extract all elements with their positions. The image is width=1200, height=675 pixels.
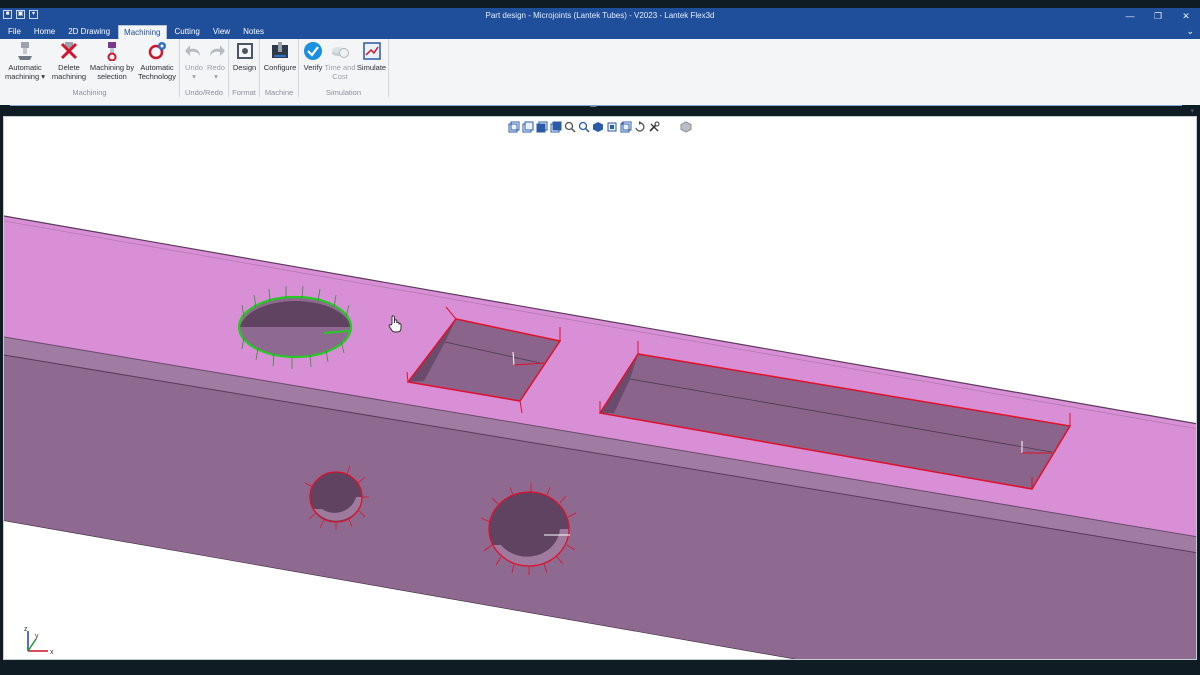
restore-button[interactable]: ❐ — [1144, 8, 1172, 25]
view-tools-icon[interactable] — [648, 121, 660, 133]
view-front-icon[interactable] — [508, 121, 520, 133]
shaded-view-icon[interactable] — [592, 121, 604, 133]
delete-machining-label-1: Delete — [58, 63, 80, 72]
tab-2d-drawing[interactable]: 2D Drawing — [63, 25, 115, 39]
title-bar: ■ ▣ ▾ Part design - Microjoints (Lantek … — [0, 8, 1200, 25]
tab-cutting[interactable]: Cutting — [170, 25, 205, 39]
design-label: Design — [232, 63, 257, 72]
window-title: Part design - Microjoints (Lantek Tubes)… — [485, 11, 715, 20]
delete-machining-label-2: machining — [51, 72, 87, 81]
tab-home[interactable]: Home — [29, 25, 60, 39]
axis-z-label: z — [24, 626, 28, 633]
view-toolbar — [508, 121, 692, 133]
automatic-machining-label-1: Automatic — [8, 63, 42, 72]
tube-3d-model[interactable] — [4, 117, 1197, 660]
group-label-simulation: Simulation — [325, 88, 362, 97]
view-left-icon[interactable] — [536, 121, 548, 133]
hand-cursor-icon — [388, 315, 402, 333]
group-label-machine: Machine — [264, 88, 294, 97]
toolbar-spacer — [662, 121, 678, 133]
time-and-cost-button[interactable]: Time and Cost — [323, 41, 357, 81]
automatic-technology-icon — [148, 42, 166, 60]
undo-button[interactable]: Undo ▾ — [183, 41, 205, 81]
group-machining: Automatic machining ▾ Delete machining M… — [0, 39, 180, 97]
design-button[interactable]: Design — [231, 41, 258, 72]
delete-machining-icon — [60, 42, 78, 60]
group-undo-redo: Undo ▾ Redo ▾ Undo/Redo — [180, 39, 229, 97]
configure-label: Configure — [263, 63, 297, 72]
simulate-button[interactable]: Simulate — [356, 41, 387, 72]
verify-check-icon — [304, 42, 322, 60]
automatic-technology-label-1: Automatic — [140, 63, 174, 72]
undo-dropdown-icon[interactable]: ▾ — [183, 72, 205, 81]
configure-icon — [272, 42, 288, 58]
ribbon-options-icon[interactable]: ▾ — [1190, 107, 1194, 115]
time-and-cost-label-2: Cost — [332, 72, 348, 81]
close-button[interactable]: ✕ — [1172, 8, 1200, 25]
axes-triad-icon: x y z — [24, 626, 54, 656]
redo-icon — [210, 45, 225, 56]
bottom-bar — [0, 660, 1200, 675]
axis-x-label: x — [50, 649, 54, 656]
time-and-cost-icon — [332, 47, 349, 58]
verify-label: Verify — [303, 63, 323, 72]
window-controls: — ❐ ✕ — [1116, 8, 1200, 25]
verify-button[interactable]: Verify — [301, 41, 325, 72]
ribbon: Automatic machining ▾ Delete machining M… — [0, 39, 1200, 115]
group-label-machining: Machining — [72, 88, 107, 97]
view-isometric-icon[interactable] — [620, 121, 632, 133]
machining-by-selection-label-2: selection — [97, 72, 127, 81]
automatic-technology-label-2: Technology — [138, 72, 176, 81]
app-window: ■ ▣ ▾ Part design - Microjoints (Lantek … — [0, 0, 1200, 675]
tab-file[interactable]: File — [3, 25, 26, 39]
group-format: Design Format — [229, 39, 260, 97]
time-and-cost-label-1: Time and — [324, 63, 356, 72]
zoom-out-icon[interactable] — [578, 121, 590, 133]
redo-label: Redo — [207, 63, 225, 72]
simulate-label: Simulate — [356, 63, 387, 72]
machining-by-selection-icon — [107, 42, 117, 61]
undo-icon — [185, 45, 200, 56]
view-back-icon[interactable] — [522, 121, 534, 133]
machining-by-selection-label-1: Machining by — [89, 63, 135, 72]
tab-machining[interactable]: Machining — [118, 25, 167, 39]
view-top-icon[interactable] — [606, 121, 618, 133]
automatic-technology-button[interactable]: Automatic Technology — [136, 41, 178, 81]
group-label-undo-redo: Undo/Redo — [185, 88, 223, 97]
group-machine: Configure Machine — [260, 39, 299, 97]
minimize-button[interactable]: — — [1116, 8, 1144, 25]
design-icon — [236, 43, 253, 59]
delete-machining-button[interactable]: Delete machining — [50, 41, 88, 81]
group-simulation: Verify Time and Cost Simulate Simulation — [299, 39, 389, 97]
tab-notes[interactable]: Notes — [238, 25, 269, 39]
view-right-icon[interactable] — [550, 121, 562, 133]
automatic-machining-label-2: machining ▾ — [4, 72, 46, 81]
automatic-machining-icon — [18, 42, 32, 60]
rotate-view-icon[interactable] — [634, 121, 646, 133]
axis-y-label: y — [35, 633, 39, 640]
configure-button[interactable]: Configure — [262, 41, 298, 72]
redo-button[interactable]: Redo ▾ — [205, 41, 227, 81]
redo-dropdown-icon[interactable]: ▾ — [205, 72, 227, 81]
group-label-format: Format — [232, 88, 256, 97]
machining-by-selection-button[interactable]: Machining by selection — [89, 41, 135, 81]
zoom-in-icon[interactable] — [564, 121, 576, 133]
automatic-machining-button[interactable]: Automatic machining ▾ — [4, 41, 46, 81]
collapse-ribbon-icon[interactable]: ⌄ — [1186, 26, 1194, 37]
3d-viewport[interactable]: x y z — [3, 116, 1197, 660]
ribbon-tab-bar: File Home 2D Drawing Machining Cutting V… — [0, 25, 1200, 39]
undo-label: Undo — [185, 63, 203, 72]
simulate-icon — [362, 42, 381, 60]
render-mode-icon[interactable] — [680, 121, 692, 133]
tab-view[interactable]: View — [208, 25, 235, 39]
ribbon-divider — [10, 105, 1182, 106]
panel-grip-icon[interactable]: ▪▪▪▪▪ — [590, 104, 597, 110]
